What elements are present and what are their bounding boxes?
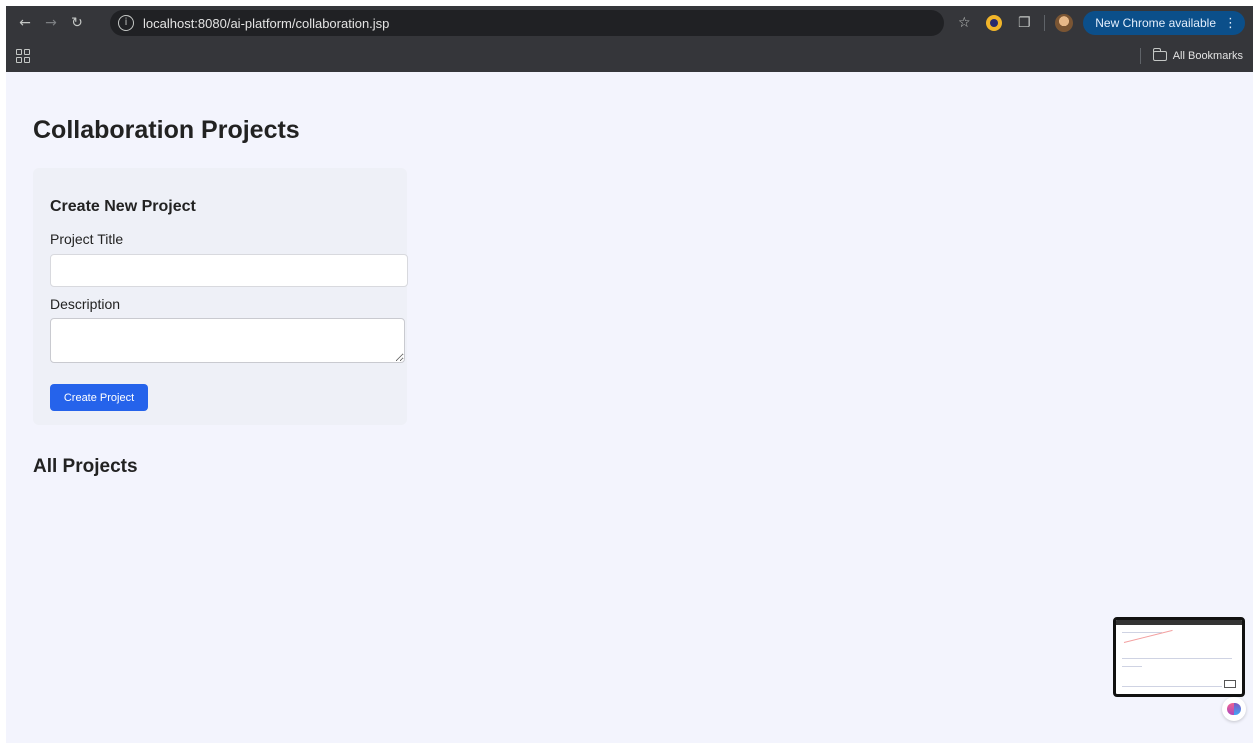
- description-label: Description: [50, 296, 121, 312]
- thumbnail-toolbar: [1116, 620, 1242, 625]
- reload-icon[interactable]: ↻: [66, 12, 88, 34]
- all-bookmarks-button[interactable]: All Bookmarks: [1139, 40, 1243, 72]
- toolbar-actions: ☆ ❐ New Chrome available ⋮: [954, 6, 1245, 40]
- extension-icon[interactable]: [986, 15, 1003, 31]
- bookmarks-divider: [1139, 48, 1141, 64]
- create-project-card: Create New Project Project Title Descrip…: [33, 168, 408, 425]
- project-title-label: Project Title: [50, 231, 124, 247]
- screen-preview-thumbnail[interactable]: [1113, 617, 1245, 697]
- forward-icon[interactable]: →: [40, 12, 62, 34]
- browser-chrome: ← → ↻ i localhost:8080/ai-platform/colla…: [6, 6, 1253, 72]
- avatar[interactable]: [1055, 14, 1074, 32]
- back-icon[interactable]: ←: [14, 12, 36, 34]
- all-bookmarks-label: All Bookmarks: [1172, 50, 1243, 62]
- create-project-heading: Create New Project: [50, 198, 196, 215]
- expand-icon[interactable]: [1224, 680, 1236, 688]
- toolbar-divider: [1044, 15, 1046, 31]
- thumbnail-line: [1122, 666, 1142, 667]
- browser-toolbar: ← → ↻ i localhost:8080/ai-platform/colla…: [6, 6, 1253, 40]
- all-projects-heading: All Projects: [33, 456, 138, 477]
- page-content: Collaboration Projects Create New Projec…: [6, 72, 1253, 743]
- thumbnail-line: [1122, 686, 1222, 687]
- apps-grid-icon[interactable]: [16, 49, 30, 63]
- address-bar[interactable]: i localhost:8080/ai-platform/collaborati…: [110, 10, 944, 36]
- description-textarea[interactable]: [50, 318, 405, 363]
- puzzle-icon[interactable]: ❐: [1014, 13, 1034, 33]
- bookmarks-bar: All Bookmarks: [6, 40, 1253, 72]
- site-info-icon[interactable]: i: [118, 15, 134, 31]
- kebab-menu-icon: ⋮: [1224, 15, 1237, 31]
- folder-icon: [1152, 48, 1167, 61]
- url-text[interactable]: localhost:8080/ai-platform/collaboration…: [143, 16, 389, 31]
- star-icon[interactable]: ☆: [954, 13, 974, 33]
- page-title: Collaboration Projects: [33, 116, 300, 144]
- update-chrome-button[interactable]: New Chrome available ⋮: [1083, 11, 1245, 35]
- project-title-input[interactable]: [50, 254, 408, 287]
- create-project-button[interactable]: Create Project: [50, 384, 148, 411]
- update-chrome-label: New Chrome available: [1095, 16, 1216, 30]
- thumbnail-line: [1122, 658, 1232, 659]
- brain-icon[interactable]: [1222, 697, 1246, 721]
